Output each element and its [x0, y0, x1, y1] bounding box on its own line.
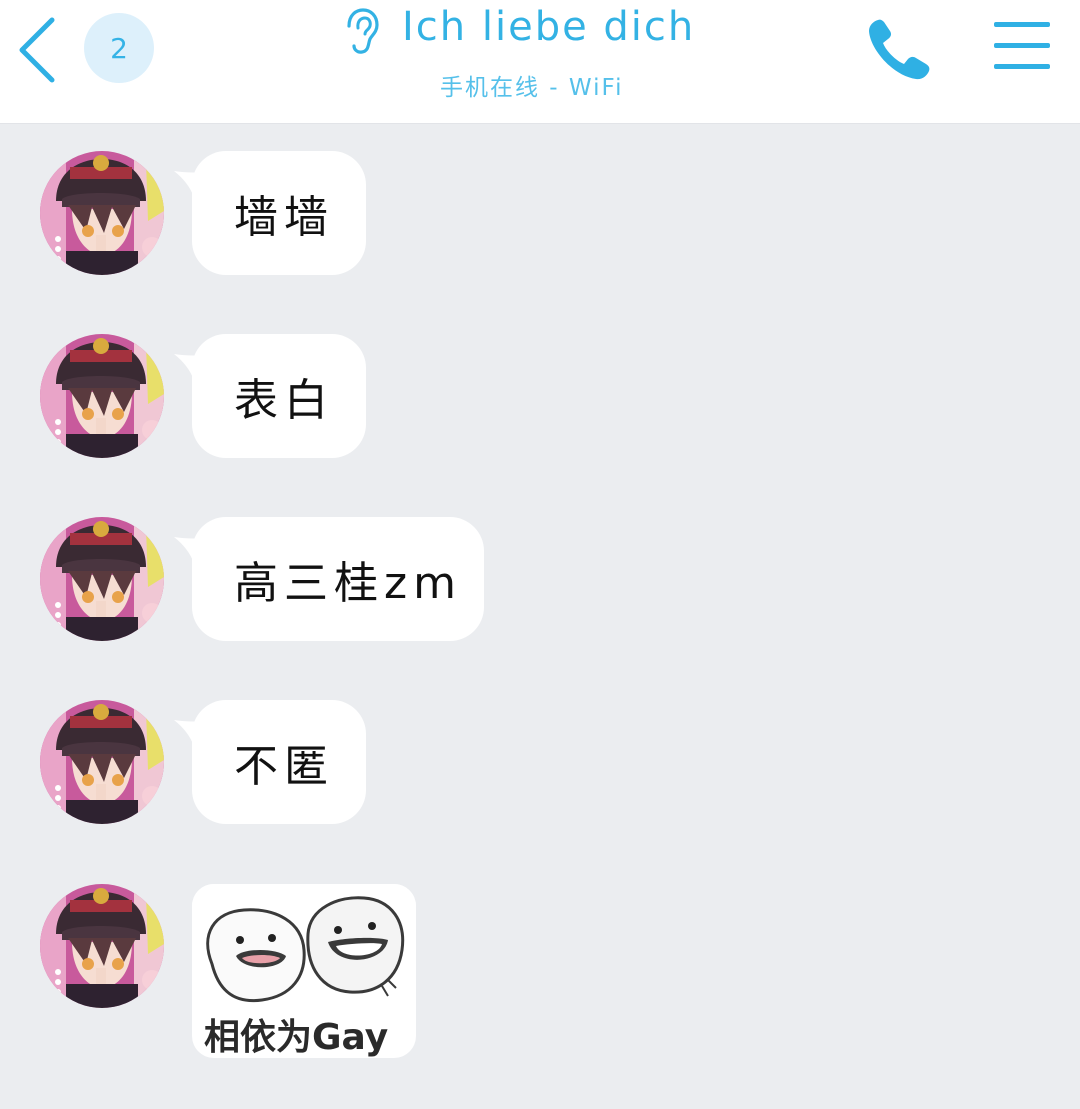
message-row: 高三桂zm: [0, 517, 1080, 667]
avatar[interactable]: [40, 884, 164, 1008]
avatar[interactable]: [40, 334, 164, 458]
sticker-image: [192, 884, 416, 1014]
message-row: 表白: [0, 334, 1080, 484]
ear-icon: [347, 8, 379, 54]
message-row: 墙墙: [0, 151, 1080, 301]
avatar-image: [40, 700, 164, 824]
menu-button[interactable]: [994, 22, 1050, 72]
back-button[interactable]: [14, 16, 62, 84]
message-bubble[interactable]: 不匿: [192, 700, 366, 824]
avatar-image: [40, 517, 164, 641]
hamburger-menu-icon: [994, 22, 1050, 27]
avatar[interactable]: [40, 151, 164, 275]
hamburger-menu-icon: [994, 43, 1050, 48]
chat-title: Ich liebe dich: [402, 4, 696, 50]
chevron-left-icon: [19, 17, 55, 83]
online-status: 手机在线 - WiFi: [440, 75, 624, 101]
message-row: 相依为Gay: [0, 884, 1080, 1074]
voice-call-button[interactable]: [866, 16, 932, 82]
chat-header: 2 Ich liebe dich 手机在线 - WiFi: [0, 0, 1080, 124]
avatar[interactable]: [40, 700, 164, 824]
unread-count-badge[interactable]: 2: [84, 13, 154, 83]
message-bubble[interactable]: 表白: [192, 334, 366, 458]
avatar-image: [40, 334, 164, 458]
message-bubble[interactable]: 高三桂zm: [192, 517, 484, 641]
sticker-message[interactable]: 相依为Gay: [192, 884, 416, 1058]
message-row: 不匿: [0, 700, 1080, 850]
hamburger-menu-icon: [994, 64, 1050, 69]
sticker-caption: 相依为Gay: [204, 1017, 389, 1058]
avatar[interactable]: [40, 517, 164, 641]
message-bubble[interactable]: 墙墙: [192, 151, 366, 275]
phone-icon: [869, 19, 930, 80]
avatar-image: [40, 884, 164, 1008]
avatar-image: [40, 151, 164, 275]
chat-title-area[interactable]: Ich liebe dich 手机在线 - WiFi: [340, 2, 740, 112]
